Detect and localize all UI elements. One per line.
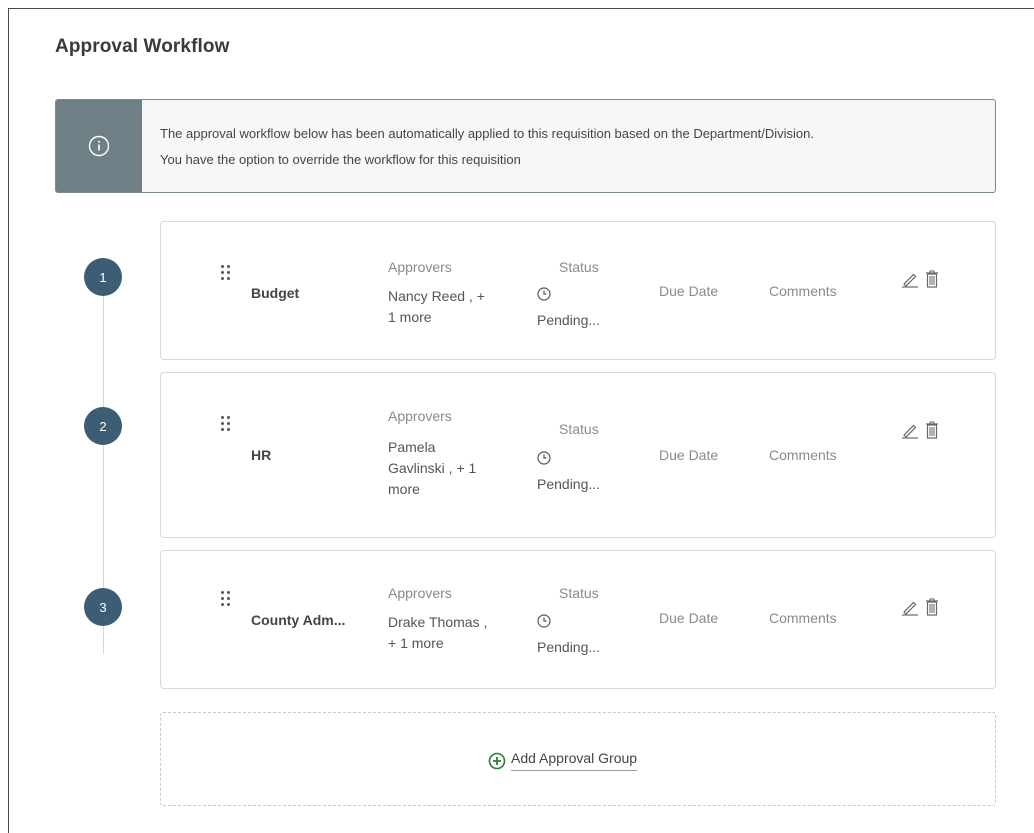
info-message: The approval workflow below has been aut… xyxy=(160,121,814,173)
comments-label: Comments xyxy=(769,610,837,626)
status-value: Pending... xyxy=(537,312,601,328)
trash-icon[interactable] xyxy=(925,598,939,616)
approvers-value[interactable]: Pamela Gavlinski , + 1 more xyxy=(388,437,476,500)
edit-icon[interactable] xyxy=(901,270,919,288)
info-message-line2: You have the option to override the work… xyxy=(160,152,521,167)
drag-handle-icon[interactable] xyxy=(221,591,233,609)
clock-icon xyxy=(537,287,551,301)
group-name: County Adm... xyxy=(251,612,346,628)
drag-handle-icon[interactable] xyxy=(221,416,233,434)
approvers-line: Pamela xyxy=(388,439,436,455)
add-approval-group-button[interactable]: Add Approval Group xyxy=(488,750,638,771)
clock-icon xyxy=(537,614,551,628)
approvers-value[interactable]: Nancy Reed , + 1 more xyxy=(388,286,485,328)
approval-group-card-hr[interactable]: HR Approvers Pamela Gavlinski , + 1 more… xyxy=(160,372,996,538)
info-banner-side xyxy=(56,100,142,192)
plus-circle-icon xyxy=(488,752,506,769)
comments-label: Comments xyxy=(769,283,837,299)
group-name: HR xyxy=(251,447,272,463)
info-message-line1: The approval workflow below has been aut… xyxy=(160,126,814,141)
approvers-line: Gavlinski , + 1 xyxy=(388,460,477,476)
approvers-label: Approvers xyxy=(388,585,452,601)
due-date-label: Due Date xyxy=(659,283,719,299)
status-label: Status xyxy=(559,421,599,437)
edit-icon[interactable] xyxy=(901,421,919,439)
step-number-1: 1 xyxy=(84,258,122,296)
status-value: Pending... xyxy=(537,476,601,492)
approvers-line: + 1 more xyxy=(388,635,444,651)
info-icon xyxy=(88,135,110,157)
approvers-value[interactable]: Drake Thomas , + 1 more xyxy=(388,612,487,654)
step-number-2: 2 xyxy=(84,407,122,445)
approval-group-card-county-admin[interactable]: County Adm... Approvers Drake Thomas , +… xyxy=(160,550,996,689)
approvers-line: Drake Thomas , xyxy=(388,614,488,630)
approvers-line: more xyxy=(388,481,420,497)
approvers-label: Approvers xyxy=(388,408,452,424)
approval-group-card-budget[interactable]: Budget Approvers Nancy Reed , + 1 more S… xyxy=(160,221,996,360)
approvers-line: 1 more xyxy=(388,309,432,325)
add-approval-group-label: Add Approval Group xyxy=(511,750,638,771)
drag-handle-icon[interactable] xyxy=(221,265,233,283)
approvers-line: Nancy Reed , + xyxy=(388,288,485,304)
due-date-label: Due Date xyxy=(659,610,719,626)
trash-icon[interactable] xyxy=(925,270,939,288)
status-value: Pending... xyxy=(537,639,601,655)
edit-icon[interactable] xyxy=(901,598,919,616)
comments-label: Comments xyxy=(769,447,837,463)
group-name: Budget xyxy=(251,285,300,301)
info-banner: The approval workflow below has been aut… xyxy=(55,99,996,193)
page-title: Approval Workflow xyxy=(55,36,230,57)
add-approval-group-area: Add Approval Group xyxy=(160,712,996,806)
step-number-3: 3 xyxy=(84,588,122,626)
trash-icon[interactable] xyxy=(925,421,939,439)
status-label: Status xyxy=(559,259,599,275)
status-label: Status xyxy=(559,585,599,601)
due-date-label: Due Date xyxy=(659,447,719,463)
approvers-label: Approvers xyxy=(388,259,452,275)
clock-icon xyxy=(537,451,551,465)
